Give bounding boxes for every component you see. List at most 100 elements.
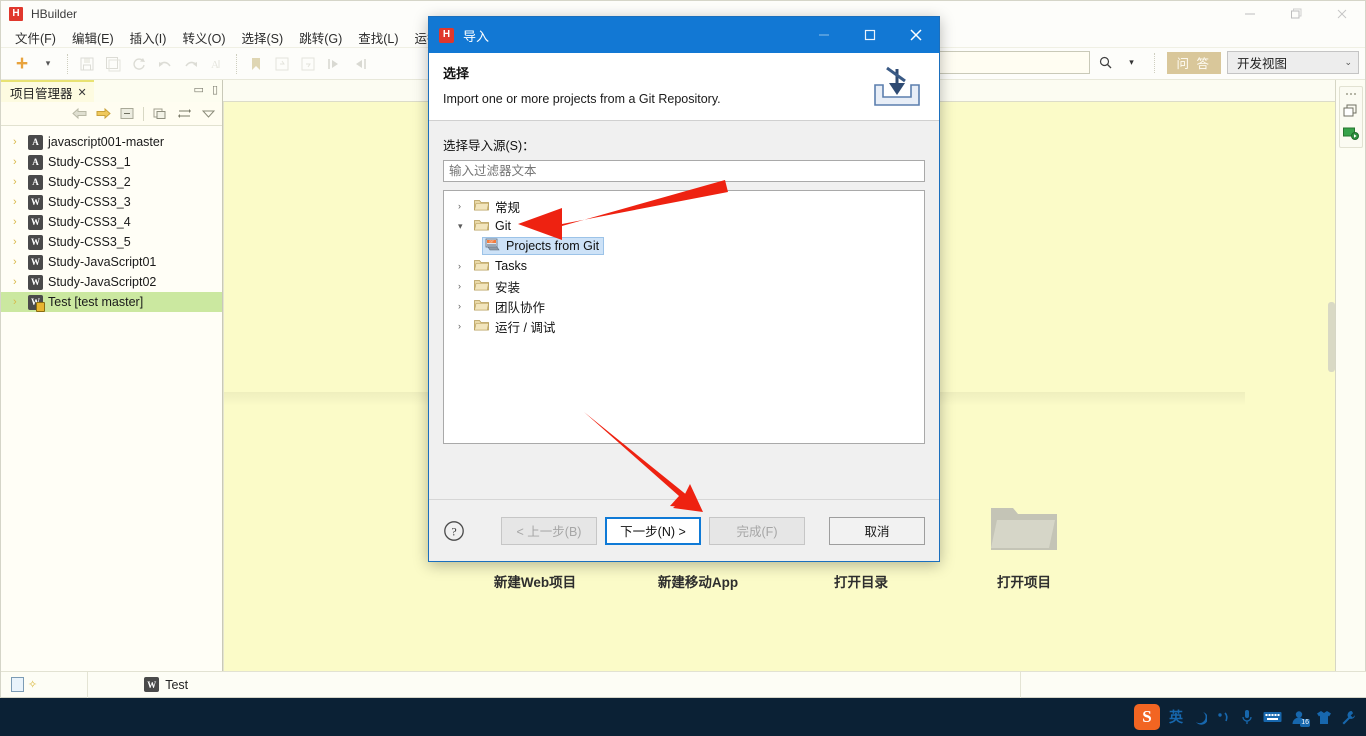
import-source-item[interactable]: GIT Projects from Git (444, 236, 924, 256)
link-editor-icon[interactable] (152, 106, 168, 122)
cancel-button[interactable]: 取消 (829, 516, 925, 545)
import-source-item-label: Tasks (495, 259, 527, 273)
document-icon (11, 677, 24, 692)
import-source-item[interactable]: › 安装 (444, 276, 924, 296)
microphone-icon[interactable] (1240, 709, 1254, 725)
import-source-item-label: 团队协作 (495, 300, 546, 315)
keyboard-icon[interactable] (1263, 710, 1282, 724)
svg-text:?: ? (451, 524, 456, 538)
ime-mode-label[interactable]: 英 (1169, 707, 1183, 727)
project-tree-item[interactable]: › Ajavascript001-master (1, 132, 222, 152)
menu-goto[interactable]: 跳转(G) (291, 28, 350, 47)
project-tree-item[interactable]: › W Study-CSS3_3 (1, 192, 222, 212)
project-tree-item[interactable]: › W Study-CSS3_5 (1, 232, 222, 252)
minimize-icon[interactable]: ▭ (194, 83, 204, 96)
chevron-right-icon[interactable]: › (13, 196, 23, 208)
chevron-right-icon[interactable]: › (458, 261, 468, 271)
chevron-right-icon[interactable]: › (13, 176, 23, 188)
drag-handle[interactable] (1345, 93, 1356, 95)
new-button[interactable]: + (9, 51, 35, 77)
user-icon[interactable]: 16 (1291, 710, 1310, 727)
close-icon[interactable] (893, 17, 939, 53)
import-source-item[interactable]: › 运行 / 调试 (444, 316, 924, 336)
minimize-icon[interactable] (801, 17, 847, 53)
menu-find[interactable]: 查找(L) (350, 28, 406, 47)
back-arrow-icon[interactable] (71, 106, 87, 122)
run-preview-icon[interactable] (1342, 124, 1359, 141)
project-tree-item[interactable]: › W Study-CSS3_4 (1, 212, 222, 232)
chevron-right-icon[interactable]: › (13, 296, 23, 308)
maximize-icon[interactable] (1273, 1, 1319, 27)
menu-insert[interactable]: 插入(I) (122, 28, 175, 47)
project-tree-item[interactable]: › W Study-JavaScript01 (1, 252, 222, 272)
tab-project-explorer[interactable]: 项目管理器 ✕ (1, 80, 94, 102)
minimize-icon[interactable] (1227, 1, 1273, 27)
view-menu-icon[interactable] (200, 106, 216, 122)
chevron-down-icon[interactable]: ▾ (458, 221, 468, 232)
moon-icon[interactable] (1192, 710, 1207, 725)
sogou-ime-icon[interactable]: S (1134, 704, 1160, 730)
chevron-right-icon[interactable]: › (458, 281, 468, 291)
import-source-item[interactable]: ▾ Git (444, 216, 924, 236)
import-dialog: H 导入 选择 Import one or more projects from… (428, 16, 940, 562)
menu-edit[interactable]: 编辑(E) (64, 28, 122, 47)
refresh-icon[interactable] (126, 51, 152, 77)
shirt-icon[interactable] (1316, 710, 1332, 725)
qa-button[interactable]: 问 答 (1166, 51, 1221, 74)
chevron-right-icon[interactable]: › (13, 136, 23, 148)
perspective-selector[interactable]: 开发视图 ⌄ (1227, 51, 1359, 74)
chevron-right-icon[interactable]: › (13, 156, 23, 168)
save-icon[interactable] (74, 51, 100, 77)
collapse-all-icon[interactable] (119, 106, 135, 122)
chevron-right-icon[interactable]: › (13, 236, 23, 248)
open-project-icon (987, 500, 1061, 561)
restore-view-icon[interactable] (1342, 102, 1359, 119)
comma-icon[interactable] (1216, 710, 1231, 725)
project-tree-item[interactable]: › A Study-CSS3_2 (1, 172, 222, 192)
app-title: HBuilder (31, 7, 78, 21)
next-bookmark-icon[interactable] (269, 51, 295, 77)
chevron-down-icon: ⌄ (1344, 57, 1352, 67)
import-source-item[interactable]: › 团队协作 (444, 296, 924, 316)
chevron-right-icon[interactable]: › (458, 201, 468, 211)
jump-back-icon[interactable] (321, 51, 347, 77)
chevron-right-icon[interactable]: › (13, 256, 23, 268)
import-source-item-label: Git (495, 219, 511, 233)
chevron-right-icon[interactable]: › (13, 216, 23, 228)
status-open-file[interactable]: W Test (144, 677, 188, 692)
bookmark-icon[interactable] (243, 51, 269, 77)
project-tree-item[interactable]: › W Test [test master] (1, 292, 222, 312)
new-dropdown-button[interactable]: ▾ (35, 51, 61, 77)
search-icon[interactable] (1096, 52, 1116, 74)
menu-escape[interactable]: 转义(O) (174, 28, 233, 47)
menu-file[interactable]: 文件(F) (7, 28, 64, 47)
wrench-icon[interactable] (1341, 710, 1356, 725)
close-icon[interactable] (1319, 1, 1365, 27)
sync-icon[interactable] (176, 106, 192, 122)
maximize-icon[interactable] (847, 17, 893, 53)
import-source-item[interactable]: › 常规 (444, 196, 924, 216)
chevron-down-icon: ▾ (45, 58, 51, 68)
undo-icon[interactable] (152, 51, 178, 77)
chevron-right-icon[interactable]: › (13, 276, 23, 288)
jump-forward-icon[interactable] (347, 51, 373, 77)
menu-select[interactable]: 选择(S) (234, 28, 292, 47)
editor-scrollbar[interactable] (1328, 302, 1335, 372)
import-source-item[interactable]: › Tasks (444, 256, 924, 276)
format-icon[interactable]: A (204, 51, 230, 77)
filter-input[interactable] (443, 160, 925, 182)
help-question-icon[interactable]: ? (443, 520, 465, 542)
forward-arrow-icon[interactable] (95, 106, 111, 122)
search-dropdown-icon[interactable]: ▾ (1122, 52, 1142, 74)
redo-icon[interactable] (178, 51, 204, 77)
project-tree-item[interactable]: › A Study-CSS3_1 (1, 152, 222, 172)
save-all-icon[interactable] (100, 51, 126, 77)
next-button[interactable]: 下一步(N) > (605, 516, 701, 545)
chevron-right-icon[interactable]: › (458, 321, 468, 331)
quick-action-4[interactable]: 打开项目 (943, 500, 1106, 591)
prev-bookmark-icon[interactable] (295, 51, 321, 77)
chevron-right-icon[interactable]: › (458, 301, 468, 311)
close-icon[interactable]: ✕ (78, 86, 87, 99)
maximize-icon[interactable]: ▯ (212, 83, 218, 96)
project-tree-item[interactable]: › W Study-JavaScript02 (1, 272, 222, 292)
